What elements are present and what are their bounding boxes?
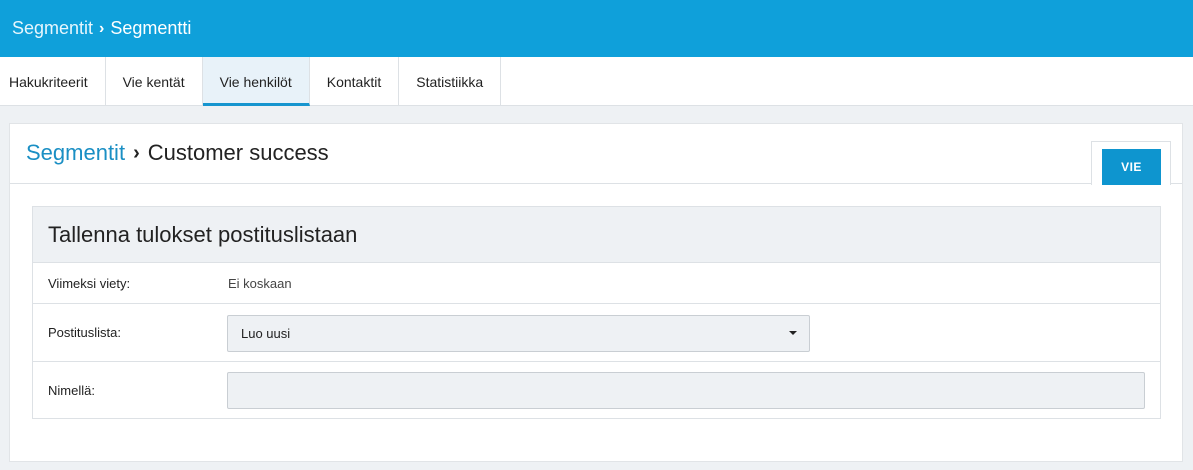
last-exported-label: Viimeksi viety: [48, 275, 131, 291]
export-tab: VIE [1091, 141, 1171, 185]
breadcrumb-segmentit-link[interactable]: Segmentit [12, 18, 93, 39]
caret-down-icon [789, 331, 797, 335]
mailing-list-form: Tallenna tulokset postituslistaan Viimek… [32, 206, 1161, 419]
page-title: Segmentit › Customer success [26, 140, 329, 166]
mailing-list-row: Postituslista: Luo uusi [33, 304, 1160, 362]
breadcrumb-current: Segmentti [110, 18, 192, 38]
mailing-list-label: Postituslista: [48, 325, 121, 340]
export-button[interactable]: VIE [1102, 149, 1161, 185]
tab-vie-kentat[interactable]: Vie kentät [106, 57, 203, 106]
name-input[interactable] [227, 372, 1145, 409]
last-exported-row: Viimeksi viety: Ei koskaan [33, 263, 1160, 304]
top-header: Segmentit › Segmentti [0, 0, 1193, 57]
tab-bar: Hakukriteerit Vie kentät Vie henkilöt Ko… [0, 57, 1193, 106]
chevron-right-icon: › [99, 19, 105, 37]
panel-header: Segmentit › Customer success VIE [10, 124, 1182, 185]
form-title: Tallenna tulokset postituslistaan [33, 207, 1160, 263]
mailing-list-selected-value: Luo uusi [241, 326, 291, 341]
mailing-list-select[interactable]: Luo uusi [227, 315, 810, 352]
name-row: Nimellä: [33, 362, 1160, 418]
tab-hakukriteerit[interactable]: Hakukriteerit [0, 57, 106, 106]
tab-kontaktit[interactable]: Kontaktit [310, 57, 400, 106]
segment-name: Customer success [147, 140, 329, 165]
last-exported-value: Ei koskaan [228, 275, 292, 291]
segment-panel: Segmentit › Customer success VIE Tallenn… [9, 123, 1183, 462]
tab-vie-henkilot[interactable]: Vie henkilöt [202, 57, 310, 106]
tab-statistiikka[interactable]: Statistiikka [399, 57, 502, 106]
panel-breadcrumb-segmentit-link[interactable]: Segmentit [26, 140, 125, 166]
name-label: Nimellä: [48, 382, 95, 398]
chevron-right-icon: › [133, 141, 140, 164]
